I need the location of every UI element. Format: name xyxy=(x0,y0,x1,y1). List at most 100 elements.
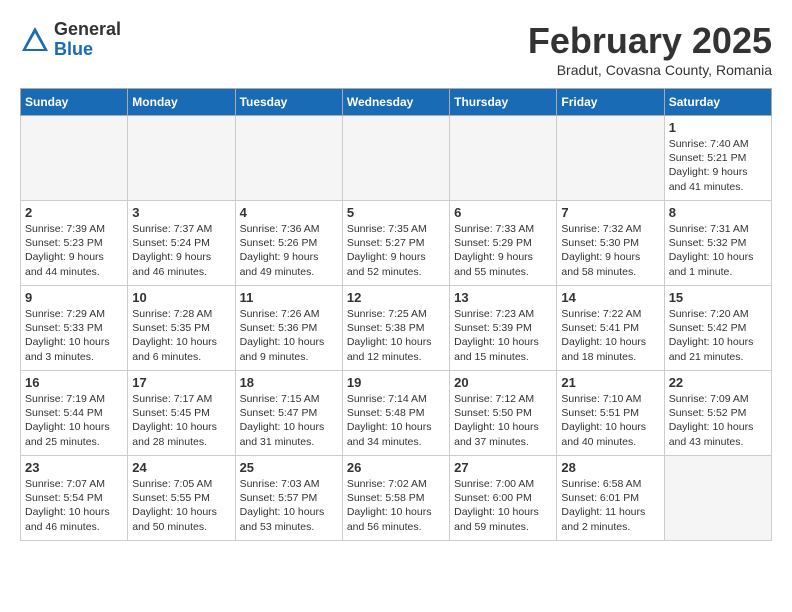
weekday-header-thursday: Thursday xyxy=(450,89,557,116)
title-block: February 2025 Bradut, Covasna County, Ro… xyxy=(528,20,772,78)
calendar-cell: 22Sunrise: 7:09 AM Sunset: 5:52 PM Dayli… xyxy=(664,371,771,456)
day-info: Sunrise: 7:28 AM Sunset: 5:35 PM Dayligh… xyxy=(132,307,230,364)
calendar-cell xyxy=(21,116,128,201)
calendar-cell: 5 Sunrise: 7:35 AM Sunset: 5:27 PM Daylig… xyxy=(342,201,449,286)
day-info: Sunrise: 7:02 AM Sunset: 5:58 PM Dayligh… xyxy=(347,477,445,534)
day-info: Sunrise: 7:10 AM Sunset: 5:51 PM Dayligh… xyxy=(561,392,659,449)
day-info: Sunrise: 7:36 AM Sunset: 5:26 PM Dayligh… xyxy=(240,222,338,279)
day-info: Sunrise: 7:15 AM Sunset: 5:47 PM Dayligh… xyxy=(240,392,338,449)
calendar-cell: 16 Sunrise: 7:19 AM Sunset: 5:44 PM Dayli… xyxy=(21,371,128,456)
weekday-header-monday: Monday xyxy=(128,89,235,116)
day-number: 10 xyxy=(132,290,230,305)
calendar-cell xyxy=(664,456,771,541)
location: Bradut, Covasna County, Romania xyxy=(528,62,772,78)
page-header: General Blue February 2025 Bradut, Covas… xyxy=(20,20,772,78)
calendar-cell: 18 Sunrise: 7:15 AM Sunset: 5:47 PM Dayli… xyxy=(235,371,342,456)
week-row-4: 16 Sunrise: 7:19 AM Sunset: 5:44 PM Dayli… xyxy=(21,371,772,456)
weekday-header-friday: Friday xyxy=(557,89,664,116)
day-number: 14 xyxy=(561,290,659,305)
calendar-cell xyxy=(235,116,342,201)
day-number: 7 xyxy=(561,205,659,220)
day-info: Sunrise: 6:58 AM Sunset: 6:01 PM Dayligh… xyxy=(561,477,659,534)
month-title: February 2025 xyxy=(528,20,772,62)
calendar-cell: 4 Sunrise: 7:36 AM Sunset: 5:26 PM Daylig… xyxy=(235,201,342,286)
day-number: 4 xyxy=(240,205,338,220)
calendar-cell: 7 Sunrise: 7:32 AM Sunset: 5:30 PM Daylig… xyxy=(557,201,664,286)
weekday-header-saturday: Saturday xyxy=(664,89,771,116)
calendar-cell: 17 Sunrise: 7:17 AM Sunset: 5:45 PM Dayli… xyxy=(128,371,235,456)
calendar-cell xyxy=(557,116,664,201)
day-number: 27 xyxy=(454,460,552,475)
day-number: 19 xyxy=(347,375,445,390)
day-number: 11 xyxy=(240,290,338,305)
day-number: 8 xyxy=(669,205,767,220)
calendar-cell: 28 Sunrise: 6:58 AM Sunset: 6:01 PM Dayli… xyxy=(557,456,664,541)
calendar-cell: 12Sunrise: 7:25 AM Sunset: 5:38 PM Dayli… xyxy=(342,286,449,371)
day-number: 25 xyxy=(240,460,338,475)
day-number: 17 xyxy=(132,375,230,390)
calendar-cell: 15Sunrise: 7:20 AM Sunset: 5:42 PM Dayli… xyxy=(664,286,771,371)
calendar-cell: 1Sunrise: 7:40 AM Sunset: 5:21 PM Daylig… xyxy=(664,116,771,201)
day-number: 24 xyxy=(132,460,230,475)
weekday-header-wednesday: Wednesday xyxy=(342,89,449,116)
calendar-cell: 20Sunrise: 7:12 AM Sunset: 5:50 PM Dayli… xyxy=(450,371,557,456)
day-number: 18 xyxy=(240,375,338,390)
calendar-cell: 11 Sunrise: 7:26 AM Sunset: 5:36 PM Dayli… xyxy=(235,286,342,371)
day-number: 13 xyxy=(454,290,552,305)
logo-blue-text: Blue xyxy=(54,40,121,60)
day-info: Sunrise: 7:05 AM Sunset: 5:55 PM Dayligh… xyxy=(132,477,230,534)
day-number: 9 xyxy=(25,290,123,305)
calendar-cell xyxy=(128,116,235,201)
calendar-cell: 25 Sunrise: 7:03 AM Sunset: 5:57 PM Dayli… xyxy=(235,456,342,541)
day-number: 1 xyxy=(669,120,767,135)
day-info: Sunrise: 7:03 AM Sunset: 5:57 PM Dayligh… xyxy=(240,477,338,534)
calendar-cell: 24 Sunrise: 7:05 AM Sunset: 5:55 PM Dayli… xyxy=(128,456,235,541)
day-info: Sunrise: 7:35 AM Sunset: 5:27 PM Dayligh… xyxy=(347,222,445,279)
day-info: Sunrise: 7:17 AM Sunset: 5:45 PM Dayligh… xyxy=(132,392,230,449)
day-number: 16 xyxy=(25,375,123,390)
calendar-cell: 2 Sunrise: 7:39 AM Sunset: 5:23 PM Daylig… xyxy=(21,201,128,286)
calendar-cell xyxy=(342,116,449,201)
day-info: Sunrise: 7:37 AM Sunset: 5:24 PM Dayligh… xyxy=(132,222,230,279)
day-info: Sunrise: 7:07 AM Sunset: 5:54 PM Dayligh… xyxy=(25,477,123,534)
logo-text: General Blue xyxy=(54,20,121,60)
day-number: 28 xyxy=(561,460,659,475)
day-info: Sunrise: 7:00 AM Sunset: 6:00 PM Dayligh… xyxy=(454,477,552,534)
day-number: 12 xyxy=(347,290,445,305)
week-row-5: 23 Sunrise: 7:07 AM Sunset: 5:54 PM Dayli… xyxy=(21,456,772,541)
calendar-cell: 8 Sunrise: 7:31 AM Sunset: 5:32 PM Daylig… xyxy=(664,201,771,286)
calendar-cell: 9 Sunrise: 7:29 AM Sunset: 5:33 PM Daylig… xyxy=(21,286,128,371)
day-number: 2 xyxy=(25,205,123,220)
day-number: 15 xyxy=(669,290,767,305)
calendar-cell xyxy=(450,116,557,201)
day-number: 6 xyxy=(454,205,552,220)
day-info: Sunrise: 7:09 AM Sunset: 5:52 PM Dayligh… xyxy=(669,392,767,449)
day-info: Sunrise: 7:32 AM Sunset: 5:30 PM Dayligh… xyxy=(561,222,659,279)
day-info: Sunrise: 7:31 AM Sunset: 5:32 PM Dayligh… xyxy=(669,222,767,279)
logo: General Blue xyxy=(20,20,121,60)
calendar-cell: 14Sunrise: 7:22 AM Sunset: 5:41 PM Dayli… xyxy=(557,286,664,371)
week-row-2: 2 Sunrise: 7:39 AM Sunset: 5:23 PM Daylig… xyxy=(21,201,772,286)
calendar-cell: 23 Sunrise: 7:07 AM Sunset: 5:54 PM Dayli… xyxy=(21,456,128,541)
day-info: Sunrise: 7:23 AM Sunset: 5:39 PM Dayligh… xyxy=(454,307,552,364)
day-info: Sunrise: 7:33 AM Sunset: 5:29 PM Dayligh… xyxy=(454,222,552,279)
calendar-cell: 6 Sunrise: 7:33 AM Sunset: 5:29 PM Daylig… xyxy=(450,201,557,286)
weekday-header-sunday: Sunday xyxy=(21,89,128,116)
day-number: 21 xyxy=(561,375,659,390)
calendar-table: SundayMondayTuesdayWednesdayThursdayFrid… xyxy=(20,88,772,541)
calendar-cell: 10 Sunrise: 7:28 AM Sunset: 5:35 PM Dayli… xyxy=(128,286,235,371)
week-row-1: 1Sunrise: 7:40 AM Sunset: 5:21 PM Daylig… xyxy=(21,116,772,201)
calendar-cell: 21 Sunrise: 7:10 AM Sunset: 5:51 PM Dayli… xyxy=(557,371,664,456)
day-number: 23 xyxy=(25,460,123,475)
day-info: Sunrise: 7:19 AM Sunset: 5:44 PM Dayligh… xyxy=(25,392,123,449)
calendar-cell: 3 Sunrise: 7:37 AM Sunset: 5:24 PM Daylig… xyxy=(128,201,235,286)
day-number: 3 xyxy=(132,205,230,220)
weekday-header-row: SundayMondayTuesdayWednesdayThursdayFrid… xyxy=(21,89,772,116)
day-info: Sunrise: 7:29 AM Sunset: 5:33 PM Dayligh… xyxy=(25,307,123,364)
day-info: Sunrise: 7:26 AM Sunset: 5:36 PM Dayligh… xyxy=(240,307,338,364)
day-info: Sunrise: 7:14 AM Sunset: 5:48 PM Dayligh… xyxy=(347,392,445,449)
logo-general-text: General xyxy=(54,20,121,40)
day-info: Sunrise: 7:12 AM Sunset: 5:50 PM Dayligh… xyxy=(454,392,552,449)
day-number: 5 xyxy=(347,205,445,220)
day-info: Sunrise: 7:39 AM Sunset: 5:23 PM Dayligh… xyxy=(25,222,123,279)
